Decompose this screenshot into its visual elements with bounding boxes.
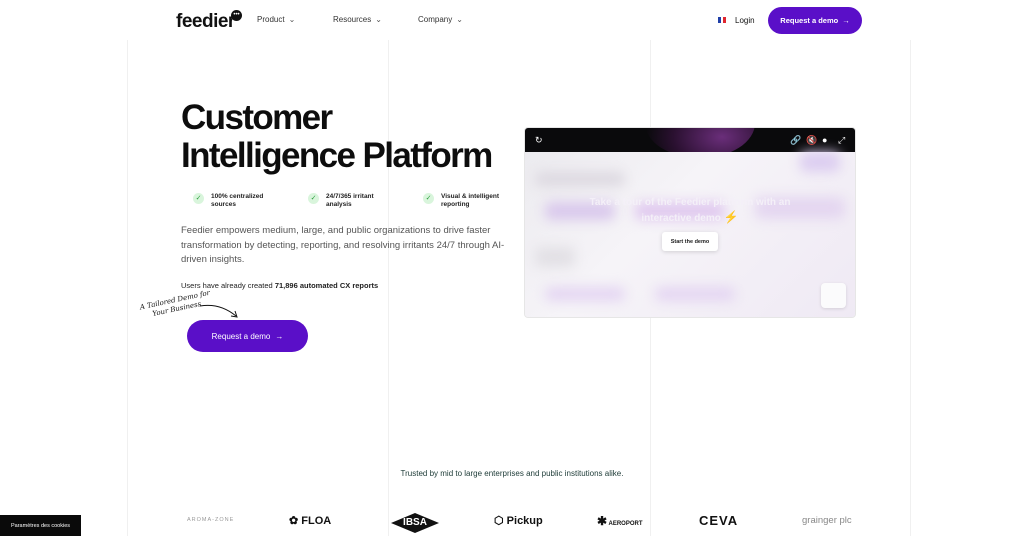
chat-icon[interactable]: ● <box>822 135 827 145</box>
refresh-icon[interactable]: ↻ <box>535 135 543 145</box>
mute-icon[interactable]: 🔇 <box>806 135 817 145</box>
feature-item: ✓ 24/7/365 irritant analysis <box>308 193 423 208</box>
hero-description: Feedier empowers medium, large, and publ… <box>181 225 505 265</box>
floa-flower-icon: ✿ <box>289 515 299 527</box>
client-logo-label: FLOA <box>301 515 332 527</box>
feature-list: ✓ 100% centralized sources ✓ 24/7/365 ir… <box>193 193 538 208</box>
client-logo-aroma-zone: AROMA-ZONE <box>187 517 235 523</box>
button-label: Request a demo <box>780 16 839 25</box>
demo-corner-widget[interactable] <box>821 283 846 308</box>
demo-headline: Take a tour of the Feedier platform with… <box>570 195 810 226</box>
users-stat-count: 71,896 automated CX reports <box>274 281 379 290</box>
feature-item: ✓ Visual & intelligent reporting <box>423 193 538 208</box>
demo-headline-text: Take a tour of the Feedier platform with… <box>589 197 791 224</box>
demo-toolbar: ↻ 🔗 🔇 ● ⤢ <box>525 128 855 158</box>
trusted-by-text: Trusted by mid to large enterprises and … <box>400 469 624 478</box>
arrow-right-icon: → <box>275 331 284 341</box>
feature-line: 100% centralized <box>211 193 264 200</box>
feature-label: 100% centralized sources <box>211 193 263 208</box>
feature-line: 24/7/365 irritant <box>326 193 374 200</box>
feedier-logo[interactable]: feedier <box>176 11 235 33</box>
nav-item-resources[interactable]: Resources ⌄ <box>333 15 382 24</box>
button-label: Request a demo <box>211 331 271 341</box>
hero-title-line: Customer <box>181 98 333 137</box>
feature-line: Visual & intelligent <box>441 193 500 200</box>
cookie-settings-button[interactable]: Paramètres des cookies <box>0 515 81 536</box>
chevron-down-icon: ⌄ <box>288 15 296 24</box>
box-icon: ⬡ <box>494 515 504 527</box>
blurred-preview-shape <box>535 172 625 186</box>
link-icon[interactable]: 🔗 <box>790 135 801 145</box>
column-guide <box>910 40 911 536</box>
client-logo-grainger: grainger plc <box>802 515 852 526</box>
request-demo-hero-button[interactable]: Request a demo → <box>187 320 308 352</box>
check-icon: ✓ <box>193 193 204 204</box>
feature-line: analysis <box>326 200 352 208</box>
blurred-preview-shape <box>800 152 840 172</box>
logo-badge: ••• <box>231 10 242 21</box>
hero-title-line: Intelligence Platform <box>181 136 493 175</box>
hero-title: Customer Intelligence Platform <box>181 98 493 175</box>
nav-item-label: Company <box>418 15 453 24</box>
client-logo-ibsa: IBSA <box>391 513 439 533</box>
feature-line: reporting <box>441 200 470 208</box>
client-logo-label: AEROPORT <box>608 521 643 527</box>
feature-item: ✓ 100% centralized sources <box>193 193 308 208</box>
nav-item-label: Product <box>257 15 285 24</box>
feature-label: Visual & intelligent reporting <box>441 193 499 208</box>
palm-tree-icon: ✱ <box>597 514 608 528</box>
blurred-preview-shape <box>655 287 735 301</box>
blurred-preview-shape <box>545 287 625 301</box>
blurred-preview-shape <box>535 247 575 267</box>
nav-item-product[interactable]: Product ⌄ <box>257 15 295 24</box>
lightning-icon: ⚡ <box>723 210 739 224</box>
start-demo-button[interactable]: Start the demo <box>662 232 718 251</box>
chevron-down-icon: ⌄ <box>456 15 463 24</box>
france-flag-icon[interactable] <box>718 17 727 23</box>
top-nav: feedier ••• Product ⌄ Resources ⌄ Compan… <box>0 0 1024 40</box>
nav-item-label: Resources <box>333 15 372 24</box>
client-logo-pickup: ⬡ Pickup <box>494 514 543 527</box>
client-logo-ceva: CEVA <box>699 513 739 528</box>
column-guide <box>127 40 128 536</box>
chevron-down-icon: ⌄ <box>375 15 382 24</box>
feature-line: sources <box>211 200 236 208</box>
request-demo-nav-button[interactable]: Request a demo → <box>768 7 862 34</box>
feature-label: 24/7/365 irritant analysis <box>326 193 374 208</box>
nav-item-company[interactable]: Company ⌄ <box>418 15 463 24</box>
client-logo-floa: ✿ FLOA <box>289 514 331 527</box>
client-logo-aeroport: ✱ AEROPORT <box>597 514 643 528</box>
arrow-right-icon: → <box>842 16 850 25</box>
login-link[interactable]: Login <box>735 16 755 25</box>
expand-icon[interactable]: ⤢ <box>838 135 845 145</box>
check-icon: ✓ <box>423 193 434 204</box>
users-stat-prefix: Users have already created <box>181 281 275 290</box>
check-icon: ✓ <box>308 193 319 204</box>
client-logo-label: Pickup <box>506 515 543 527</box>
